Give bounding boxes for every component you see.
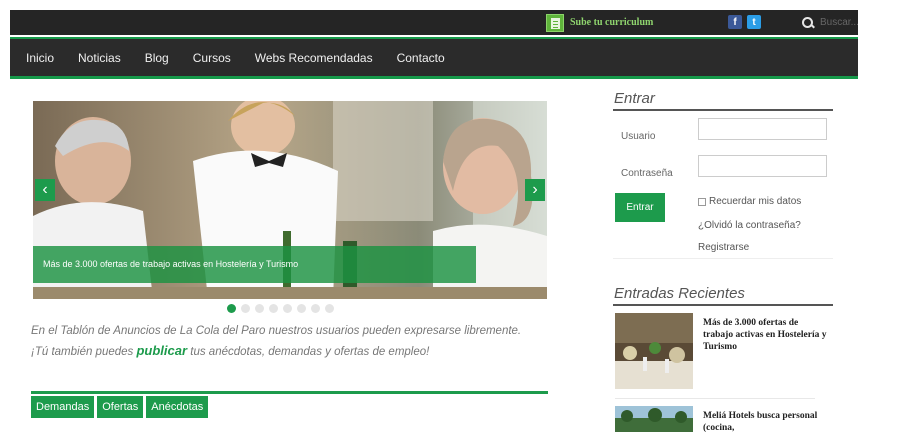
tab-ofertas[interactable]: Ofertas — [97, 396, 144, 418]
post-thumbnail[interactable] — [615, 313, 693, 389]
slider-prev-button[interactable]: ‹ — [35, 179, 55, 201]
intro-line-2-start: ¡Tú también puedes — [31, 346, 137, 358]
username-field[interactable] — [698, 118, 827, 140]
slider-dot[interactable] — [269, 304, 278, 313]
nav-item-cursos[interactable]: Cursos — [193, 51, 231, 65]
slider-dot[interactable] — [325, 304, 334, 313]
publish-link[interactable]: publicar — [136, 343, 187, 358]
slide-caption[interactable]: Más de 3.000 ofertas de trabajo activas … — [33, 246, 476, 283]
intro-line-2-end: tus anécdotas, demandas y ofertas de emp… — [187, 346, 430, 358]
intro-text: En el Tablón de Anuncios de La Cola del … — [31, 322, 546, 362]
login-title: Entrar — [614, 90, 655, 107]
post-thumbnail[interactable] — [615, 406, 693, 432]
register-link[interactable]: Registrarse — [698, 242, 749, 253]
image-slider[interactable]: ‹ › Más de 3.000 ofertas de trabajo acti… — [33, 101, 547, 299]
username-label: Usuario — [621, 131, 656, 142]
login-title-rule — [613, 109, 833, 111]
nav-item-inicio[interactable]: Inicio — [26, 51, 54, 65]
nav-item-blog[interactable]: Blog — [145, 51, 169, 65]
intro-line-1: En el Tablón de Anuncios de La Cola del … — [31, 325, 522, 337]
remember-me-label: Recuerdar mis datos — [709, 196, 802, 207]
search-icon[interactable] — [800, 15, 814, 31]
main-nav: Inicio Noticias Blog Cursos Webs Recomen… — [10, 37, 858, 79]
nav-item-noticias[interactable]: Noticias — [78, 51, 121, 65]
post-title[interactable]: Más de 3.000 ofertas de trabajo activas … — [703, 317, 828, 353]
board-tabs: Demandas Ofertas Anécdotas — [31, 396, 209, 418]
tab-demandas[interactable]: Demandas — [31, 396, 95, 418]
nav-item-webs-recomendadas[interactable]: Webs Recomendadas — [255, 51, 373, 65]
upload-cv-label: Sube tu curriculum — [570, 17, 654, 28]
intro-line-2: ¡Tú también puedes publicar tus anécdota… — [31, 341, 546, 362]
tabs-divider — [31, 391, 548, 394]
tab-anecdotas[interactable]: Anécdotas — [146, 396, 209, 418]
password-label: Contraseña — [621, 168, 673, 179]
post-divider — [615, 398, 815, 399]
document-icon — [546, 13, 564, 32]
slider-next-button[interactable]: › — [525, 179, 545, 201]
facebook-icon[interactable]: f — [728, 15, 742, 29]
remember-me-checkbox[interactable] — [698, 197, 706, 206]
twitter-icon[interactable]: t — [747, 15, 761, 29]
login-form: Usuario Contraseña Entrar Recuerdar mis … — [613, 116, 833, 259]
recent-posts-title: Entradas Recientes — [614, 285, 745, 302]
slider-dot[interactable] — [241, 304, 250, 313]
top-bar: Sube tu curriculum f t — [10, 10, 868, 35]
slider-pagination — [227, 304, 334, 313]
slider-dot[interactable] — [227, 304, 236, 313]
login-button[interactable]: Entrar — [615, 193, 665, 222]
search-box — [800, 12, 868, 33]
recent-posts-rule — [613, 304, 833, 306]
slider-dot[interactable] — [297, 304, 306, 313]
upload-cv-link[interactable]: Sube tu curriculum — [546, 12, 653, 33]
slider-dot[interactable] — [255, 304, 264, 313]
post-title[interactable]: Meliá Hotels busca personal (cocina, — [703, 410, 828, 432]
nav-item-contacto[interactable]: Contacto — [397, 51, 445, 65]
social-links: f t — [728, 15, 761, 29]
slider-dot[interactable] — [283, 304, 292, 313]
slider-dot[interactable] — [311, 304, 320, 313]
search-input[interactable] — [820, 13, 868, 32]
password-field[interactable] — [698, 155, 827, 177]
forgot-password-link[interactable]: ¿Olvidó la contraseña? — [698, 220, 801, 231]
remember-me: Recuerdar mis datos — [698, 196, 801, 207]
